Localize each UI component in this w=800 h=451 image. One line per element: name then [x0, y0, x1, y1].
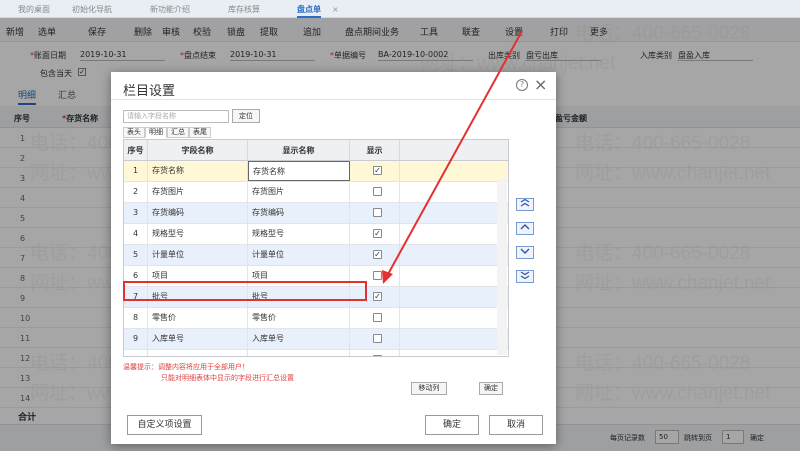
- annotation-arrow-head: [382, 270, 393, 284]
- annotation-arrow-line: [386, 30, 523, 277]
- annotation-arrow: [382, 30, 523, 284]
